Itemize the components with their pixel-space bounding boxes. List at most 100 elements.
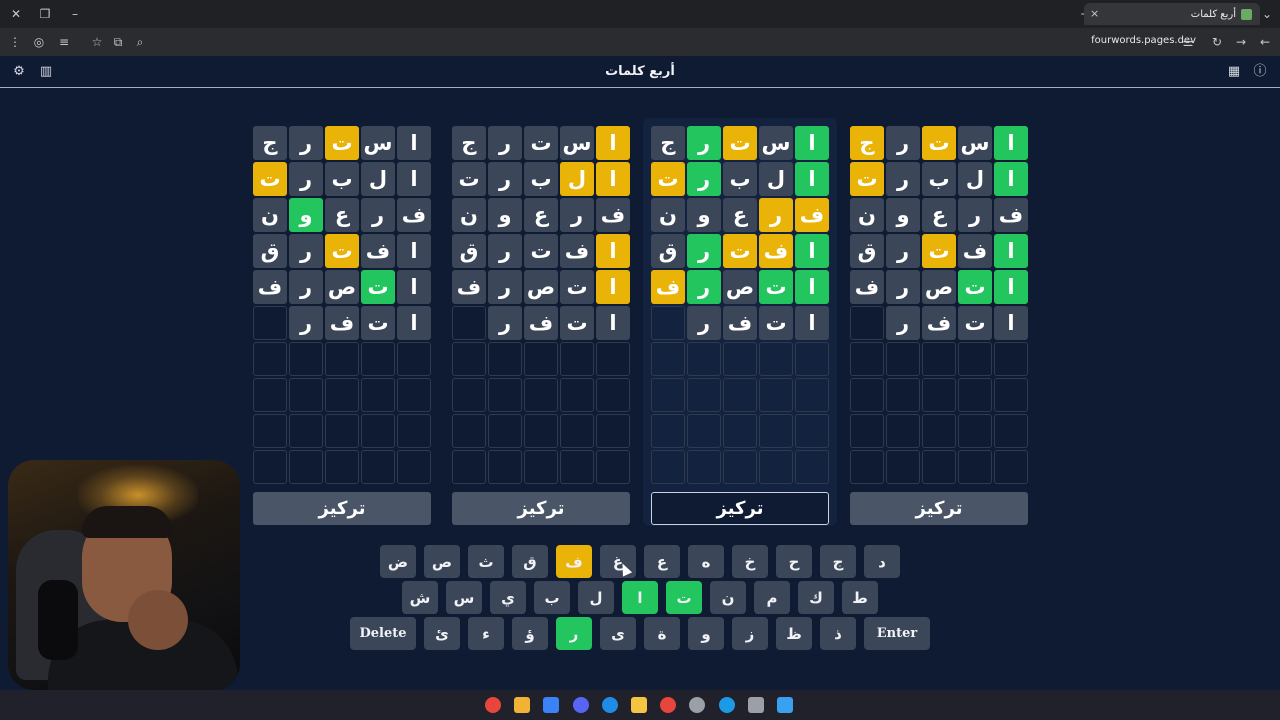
letter-key[interactable]: ص: [424, 545, 460, 578]
letter-tile: س: [759, 126, 793, 160]
letter-tile: ج: [452, 126, 486, 160]
zoom-icon[interactable]: ⌕: [132, 35, 148, 51]
steam-icon[interactable]: [718, 697, 735, 713]
letter-key[interactable]: م: [754, 581, 790, 614]
letter-tile: [850, 306, 884, 340]
letter-tile: ر: [488, 306, 522, 340]
bookmark-star-icon[interactable]: ☆: [89, 35, 105, 51]
letter-tile: [922, 342, 956, 376]
letter-tile: ل: [361, 162, 395, 196]
letter-tile: [452, 306, 486, 340]
enter-key[interactable]: Enter: [864, 617, 930, 650]
letter-key[interactable]: ز: [732, 617, 768, 650]
letter-key[interactable]: و: [688, 617, 724, 650]
back-icon[interactable]: ←: [1257, 35, 1273, 51]
letter-key[interactable]: غ: [600, 545, 636, 578]
letter-tile: ا: [596, 270, 630, 304]
window-close-icon[interactable]: ✕: [8, 7, 24, 23]
letter-key[interactable]: ب: [534, 581, 570, 614]
gear-icon[interactable]: ⚙: [12, 65, 26, 79]
letter-tile: [651, 378, 685, 412]
edge-icon[interactable]: [601, 697, 618, 713]
letter-tile: و: [687, 198, 721, 232]
letter-tile: ع: [524, 198, 558, 232]
letter-key[interactable]: ق: [512, 545, 548, 578]
chrome-icon[interactable]: [485, 697, 501, 713]
letter-key[interactable]: ذ: [820, 617, 856, 650]
info-icon[interactable]: ⓘ: [1253, 65, 1267, 79]
letter-tile: [723, 342, 757, 376]
letter-key[interactable]: ت: [666, 581, 702, 614]
letter-tile: ف: [759, 234, 793, 268]
letter-key[interactable]: ظ: [776, 617, 812, 650]
board-grid: جرتساتربلانوعرفقرتفافرصتارفتا: [452, 126, 630, 484]
window-restore-icon[interactable]: ❐: [37, 7, 53, 23]
letter-key[interactable]: ا: [622, 581, 658, 614]
letter-key[interactable]: ي: [490, 581, 526, 614]
delete-key[interactable]: Delete: [350, 617, 416, 650]
letter-tile: [524, 414, 558, 448]
letter-key[interactable]: ة: [644, 617, 680, 650]
bar-chart-icon[interactable]: ▥: [39, 65, 53, 79]
letter-key[interactable]: ث: [468, 545, 504, 578]
letter-key[interactable]: ف: [556, 545, 592, 578]
letter-tile: ا: [994, 162, 1028, 196]
letter-tile: ج: [850, 126, 884, 160]
letter-tile: ب: [325, 162, 359, 196]
letter-key[interactable]: ء: [468, 617, 504, 650]
calendar-icon[interactable]: ▦: [1227, 65, 1241, 79]
letter-tile: [452, 450, 486, 484]
letter-key[interactable]: س: [446, 581, 482, 614]
reload-icon[interactable]: ↻: [1209, 35, 1225, 51]
forward-icon[interactable]: →: [1233, 35, 1249, 51]
letter-key[interactable]: ل: [578, 581, 614, 614]
letter-key[interactable]: ؤ: [512, 617, 548, 650]
letter-tile: ا: [795, 306, 829, 340]
letter-tile: ف: [994, 198, 1028, 232]
focus-button[interactable]: تركيز: [253, 492, 431, 525]
letter-tile: [886, 450, 920, 484]
letter-tile: ر: [687, 126, 721, 160]
profile-icon[interactable]: ◎: [31, 35, 47, 51]
letter-tile: [325, 342, 359, 376]
letter-tile: ص: [325, 270, 359, 304]
focus-button[interactable]: تركيز: [850, 492, 1028, 525]
windows-icon[interactable]: [777, 697, 793, 713]
discord-icon[interactable]: [572, 697, 589, 713]
browser-tab[interactable]: × أربع كلمات: [1084, 3, 1260, 25]
letter-tile: [596, 378, 630, 412]
settings-icon[interactable]: [747, 697, 764, 713]
letter-key[interactable]: ج: [820, 545, 856, 578]
letter-tile: ت: [958, 270, 992, 304]
app-r-icon[interactable]: [514, 697, 531, 713]
tab-search-icon[interactable]: ⌄: [1259, 7, 1275, 23]
letter-tile: [850, 378, 884, 412]
letter-key[interactable]: ئ: [424, 617, 460, 650]
focus-button[interactable]: تركيز: [452, 492, 630, 525]
letter-tile: [850, 450, 884, 484]
letter-key[interactable]: د: [864, 545, 900, 578]
tab-close-icon[interactable]: ×: [1090, 7, 1099, 20]
letter-key[interactable]: ى: [600, 617, 636, 650]
focus-button[interactable]: تركيز: [651, 492, 829, 525]
letter-tile: [361, 414, 395, 448]
letter-tile: ن: [850, 198, 884, 232]
share-icon[interactable]: ⧉: [110, 35, 126, 51]
app-blue-icon[interactable]: [543, 697, 560, 713]
window-minimize-icon[interactable]: –: [67, 7, 83, 23]
letter-key[interactable]: ع: [644, 545, 680, 578]
letter-key[interactable]: ض: [380, 545, 416, 578]
letter-key[interactable]: ه: [688, 545, 724, 578]
folder-icon[interactable]: [631, 697, 647, 713]
letter-key[interactable]: خ: [732, 545, 768, 578]
browser-menu-icon[interactable]: ⋮: [7, 35, 23, 51]
letter-key[interactable]: ط: [842, 581, 878, 614]
letter-key[interactable]: ن: [710, 581, 746, 614]
letter-tile: [759, 378, 793, 412]
letter-key[interactable]: ح: [776, 545, 812, 578]
reading-list-icon[interactable]: ≡: [56, 35, 72, 51]
address-bar-url[interactable]: fourwords.pages.dev: [1091, 35, 1196, 46]
letter-key[interactable]: ش: [402, 581, 438, 614]
letter-key[interactable]: ك: [798, 581, 834, 614]
letter-key[interactable]: ر: [556, 617, 592, 650]
